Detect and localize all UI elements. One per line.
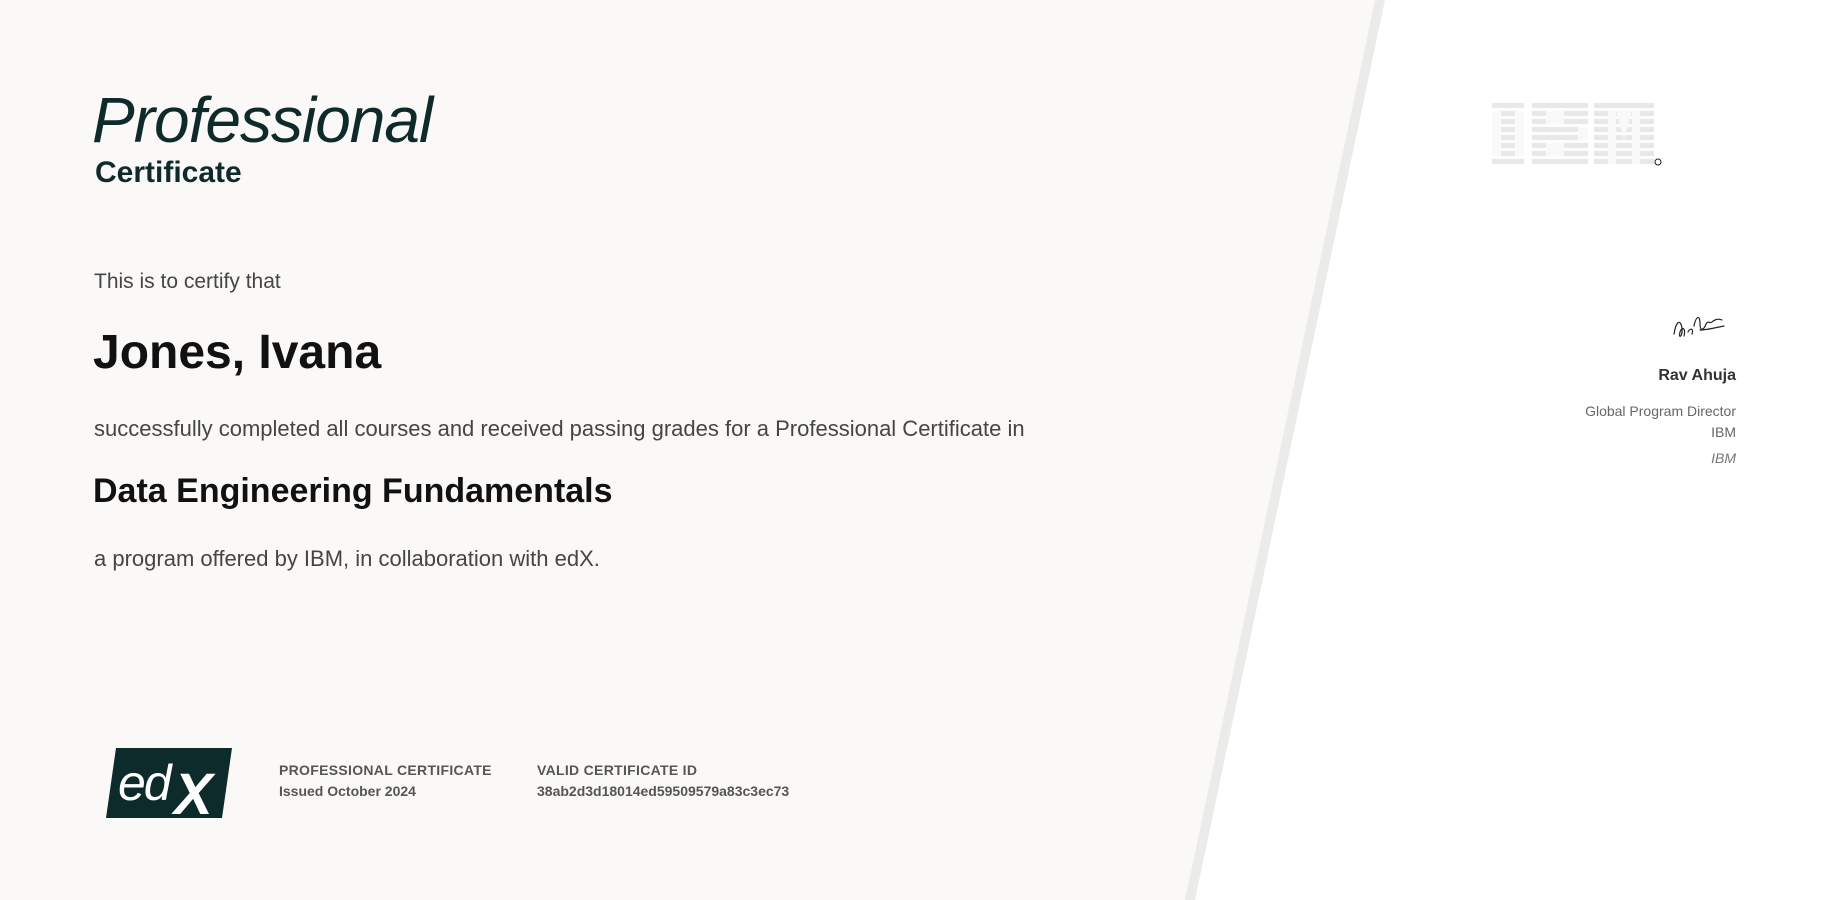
certificate-id-label: VALID CERTIFICATE ID [537, 762, 698, 778]
signer-title: Global Program Director [1585, 403, 1736, 419]
svg-text:X: X [171, 762, 216, 818]
offered-by-statement: a program offered by IBM, in collaborati… [94, 546, 600, 571]
certificate-id: 38ab2d3d18014ed59509579a83c3ec73 [537, 783, 790, 799]
certify-intro: This is to certify that [94, 270, 281, 293]
ibm-logo-icon [1492, 103, 1662, 166]
recipient-name: Jones, Ivana [93, 326, 382, 379]
signer-organization: IBM [1711, 424, 1736, 440]
signer-name: Rav Ahuja [1658, 367, 1736, 384]
completion-statement: successfully completed all courses and r… [94, 416, 1025, 441]
signer-organization-secondary: IBM [1711, 450, 1736, 466]
certificate-type-label: PROFESSIONAL CERTIFICATE [279, 762, 492, 778]
certificate-title-line2: Certificate [95, 156, 242, 189]
svg-text:ed: ed [118, 755, 174, 811]
program-name: Data Engineering Fundamentals [93, 472, 613, 510]
signature-icon [1673, 316, 1725, 337]
issued-date: Issued October 2024 [279, 783, 416, 799]
edx-logo-icon: ed X [106, 748, 232, 818]
certificate: Professional Certificate This is to cert… [0, 0, 1831, 900]
certificate-title-line1: Professional [92, 84, 433, 156]
